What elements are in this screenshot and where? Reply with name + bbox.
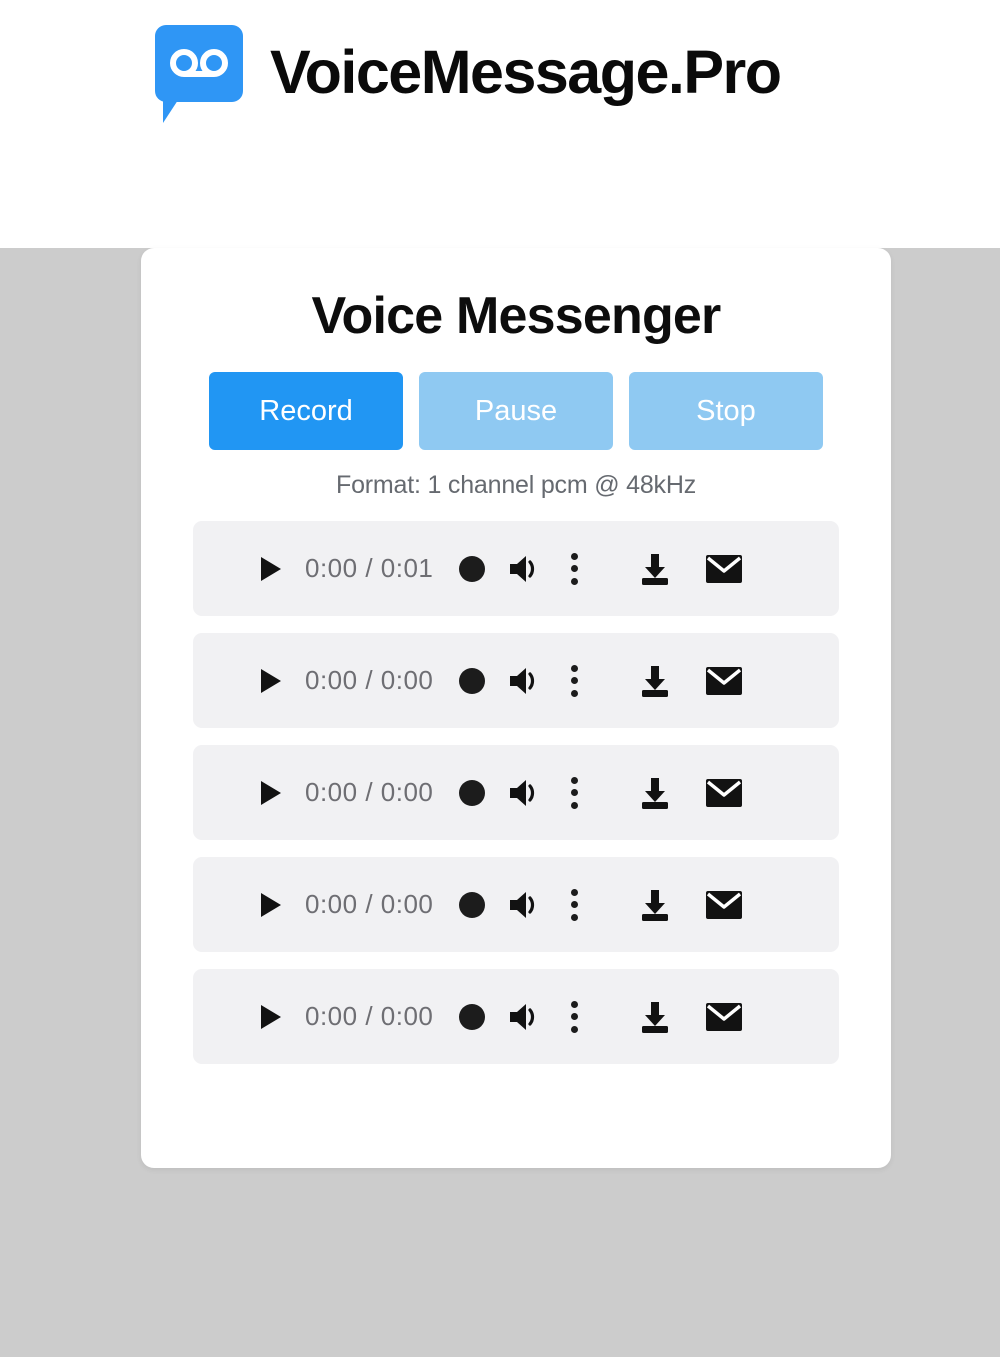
page-body: Voice Messenger Record Pause Stop Format…: [0, 248, 1000, 1357]
time-display: 0:00 / 0:01: [305, 553, 434, 584]
kebab-dot: [570, 901, 578, 909]
kebab-menu-icon[interactable]: [569, 888, 579, 921]
seek-dot-icon[interactable]: [459, 779, 486, 806]
kebab-menu-icon[interactable]: [569, 552, 579, 585]
kebab-menu-icon[interactable]: [569, 1000, 579, 1033]
volume-icon[interactable]: [507, 777, 541, 809]
play-icon[interactable]: [251, 775, 287, 811]
kebab-dot: [570, 565, 578, 573]
kebab-dot: [570, 689, 578, 697]
volume-icon[interactable]: [507, 1001, 541, 1033]
speech-bubble-tail: [163, 96, 197, 123]
kebab-dot: [570, 801, 578, 809]
transport-controls: Record Pause Stop: [141, 372, 891, 451]
kebab-dot: [570, 577, 578, 585]
seek-dot-icon[interactable]: [459, 667, 486, 694]
play-icon[interactable]: [251, 887, 287, 923]
email-icon[interactable]: [705, 778, 743, 808]
seek-dot-icon[interactable]: [459, 1003, 486, 1030]
kebab-dot: [570, 1025, 578, 1033]
player-list: 0:00 / 0:01 0:00 / 0:00 0:00 / 0:00 0:00…: [141, 521, 891, 1065]
audio-player-row[interactable]: 0:00 / 0:00: [193, 745, 839, 841]
time-display: 0:00 / 0:00: [305, 1001, 434, 1032]
email-icon[interactable]: [705, 554, 743, 584]
voice-messenger-card: Voice Messenger Record Pause Stop Format…: [141, 248, 891, 1168]
play-icon[interactable]: [251, 663, 287, 699]
audio-format-label: Format: 1 channel pcm @ 48kHz: [336, 471, 696, 500]
audio-player-row[interactable]: 0:00 / 0:01: [193, 521, 839, 617]
download-icon[interactable]: [637, 999, 673, 1035]
email-icon[interactable]: [705, 890, 743, 920]
kebab-dot: [570, 552, 578, 560]
page-title: Voice Messenger: [311, 287, 721, 345]
record-button[interactable]: Record: [209, 372, 403, 451]
pause-button[interactable]: Pause: [419, 372, 613, 451]
time-display: 0:00 / 0:00: [305, 889, 434, 920]
voicemail-speech-bubble-icon: [155, 24, 243, 123]
brand-title: VoiceMessage.Pro: [270, 38, 782, 106]
audio-player-row[interactable]: 0:00 / 0:00: [193, 633, 839, 729]
volume-icon[interactable]: [507, 553, 541, 585]
time-display: 0:00 / 0:00: [305, 665, 434, 696]
kebab-menu-icon[interactable]: [569, 664, 579, 697]
kebab-dot: [570, 677, 578, 685]
play-icon[interactable]: [251, 999, 287, 1035]
kebab-dot: [570, 789, 578, 797]
kebab-menu-icon[interactable]: [569, 776, 579, 809]
download-icon[interactable]: [637, 775, 673, 811]
kebab-dot: [570, 664, 578, 672]
kebab-dot: [570, 913, 578, 921]
email-icon[interactable]: [705, 1002, 743, 1032]
play-icon[interactable]: [251, 551, 287, 587]
time-display: 0:00 / 0:00: [305, 777, 434, 808]
email-icon[interactable]: [705, 666, 743, 696]
kebab-dot: [570, 1000, 578, 1008]
site-header: VoiceMessage.Pro: [0, 0, 1000, 145]
download-icon[interactable]: [637, 663, 673, 699]
kebab-dot: [570, 1013, 578, 1021]
seek-dot-icon[interactable]: [459, 891, 486, 918]
kebab-dot: [570, 776, 578, 784]
kebab-dot: [570, 888, 578, 896]
volume-icon[interactable]: [507, 889, 541, 921]
stop-button[interactable]: Stop: [629, 372, 823, 451]
download-icon[interactable]: [637, 887, 673, 923]
volume-icon[interactable]: [507, 665, 541, 697]
seek-dot-icon[interactable]: [459, 555, 486, 582]
audio-player-row[interactable]: 0:00 / 0:00: [193, 969, 839, 1065]
audio-player-row[interactable]: 0:00 / 0:00: [193, 857, 839, 953]
download-icon[interactable]: [637, 551, 673, 587]
voicemail-glyph: [170, 48, 228, 77]
